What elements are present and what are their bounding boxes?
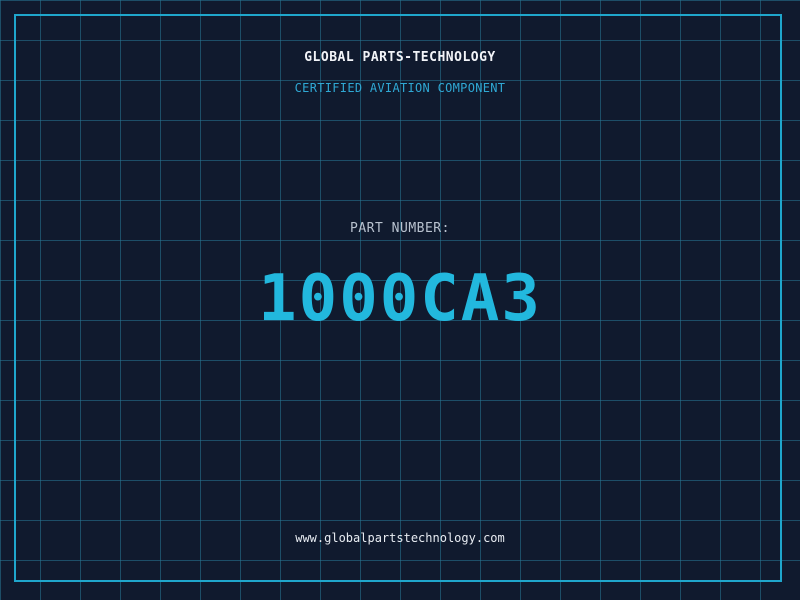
company-name: GLOBAL PARTS-TECHNOLOGY xyxy=(304,50,496,65)
part-number-caption: PART NUMBER: xyxy=(350,221,450,236)
part-label-card: GLOBAL PARTS-TECHNOLOGY CERTIFIED AVIATI… xyxy=(0,0,800,600)
website-url: www.globalpartstechnology.com xyxy=(295,531,505,545)
certification-subtitle: CERTIFIED AVIATION COMPONENT xyxy=(294,81,506,95)
part-number-value: 1000CA3 xyxy=(258,262,542,336)
